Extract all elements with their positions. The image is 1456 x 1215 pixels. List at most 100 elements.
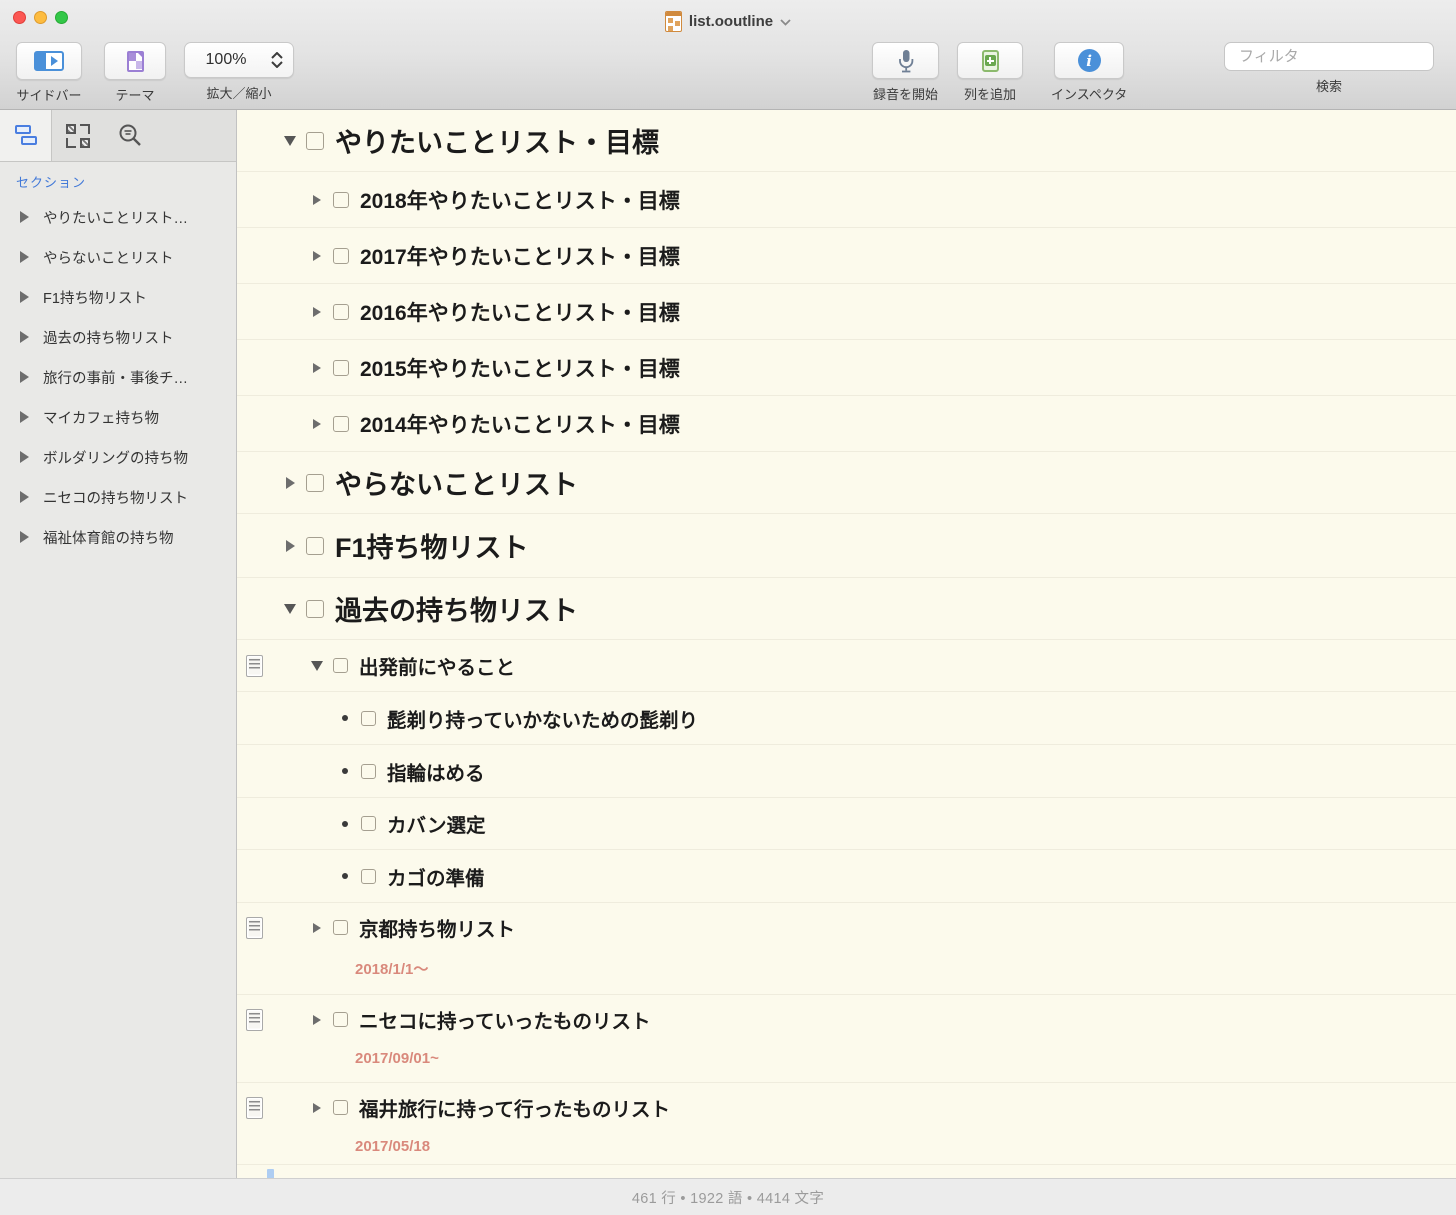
record-button[interactable] [872, 42, 939, 79]
disclosure-triangle-icon[interactable] [20, 331, 29, 343]
topic-text[interactable]: ニセコに持っていったものリスト [359, 1005, 651, 1034]
status-checkbox[interactable] [361, 816, 376, 831]
status-checkbox[interactable] [306, 537, 324, 555]
filter-input[interactable] [1239, 48, 1438, 65]
inspector-button[interactable]: i [1054, 42, 1124, 79]
status-checkbox[interactable] [306, 600, 324, 618]
topic-text[interactable]: 2015年やりたいことリスト・目標 [360, 353, 680, 383]
theme-button[interactable] [104, 42, 166, 80]
disclosure-triangle-icon[interactable] [309, 363, 325, 373]
topic-text[interactable]: 2017年やりたいことリスト・目標 [360, 241, 680, 271]
close-button[interactable] [13, 11, 26, 24]
status-checkbox[interactable] [333, 304, 349, 320]
outline-row[interactable]: ニセコに持っていったものリスト 2017/09/01~ [237, 995, 1456, 1083]
outline-row[interactable]: 指輪はめる [237, 745, 1456, 798]
note-text[interactable]: 2018/1/1～ [237, 958, 1456, 979]
topic-text[interactable]: 髭剃り持っていかないための髭剃り [387, 704, 698, 733]
note-icon[interactable] [246, 1097, 263, 1119]
disclosure-triangle-icon[interactable] [282, 604, 298, 614]
topic-text[interactable]: カゴの準備 [387, 862, 485, 891]
outline-row[interactable]: やりたいことリスト・目標 [237, 110, 1456, 172]
topic-text[interactable]: 2016年やりたいことリスト・目標 [360, 297, 680, 327]
tab-find[interactable] [104, 110, 156, 161]
disclosure-triangle-icon[interactable] [282, 136, 298, 146]
status-checkbox[interactable] [333, 1100, 348, 1115]
outline-row[interactable]: 出発前にやること [237, 640, 1456, 692]
disclosure-triangle-icon[interactable] [309, 419, 325, 429]
status-checkbox[interactable] [361, 711, 376, 726]
sidebar-item[interactable]: ボルダリングの持ち物 [0, 437, 236, 477]
status-checkbox[interactable] [361, 869, 376, 884]
disclosure-triangle-icon[interactable] [20, 451, 29, 463]
outline-row[interactable]: やらないことリスト [237, 452, 1456, 514]
add-column-button[interactable] [957, 42, 1023, 79]
topic-text[interactable]: やりたいことリスト・目標 [335, 121, 659, 160]
sidebar-toggle-button[interactable] [16, 42, 82, 80]
topic-text[interactable]: 福井旅行に持って行ったものリスト [359, 1093, 670, 1122]
disclosure-triangle-icon[interactable] [309, 251, 325, 261]
note-icon[interactable] [246, 655, 263, 677]
disclosure-triangle-icon[interactable] [20, 411, 29, 423]
outline-row[interactable]: 過去の持ち物リスト [237, 578, 1456, 640]
outline-row[interactable]: F1持ち物リスト [237, 514, 1456, 578]
disclosure-triangle-icon[interactable] [309, 661, 325, 671]
outline-row[interactable]: 髭剃り持っていかないための髭剃り [237, 692, 1456, 745]
topic-text[interactable]: やらないことリスト [335, 463, 578, 502]
outline-row[interactable]: カバン選定 [237, 798, 1456, 850]
status-checkbox[interactable] [333, 416, 349, 432]
zoom-stepper[interactable] [267, 52, 293, 68]
disclosure-triangle-icon[interactable] [282, 477, 298, 489]
outline-row[interactable]: 2017年やりたいことリスト・目標 [237, 228, 1456, 284]
disclosure-triangle-icon[interactable] [20, 531, 29, 543]
disclosure-triangle-icon[interactable] [309, 195, 325, 205]
topic-text[interactable]: 2018年やりたいことリスト・目標 [360, 185, 680, 215]
topic-text[interactable]: 出発前にやること [359, 651, 515, 680]
sidebar-item[interactable]: 旅行の事前・事後チ… [0, 357, 236, 397]
topic-text[interactable]: カバン選定 [387, 809, 485, 838]
note-text[interactable]: 2017/05/18 [237, 1138, 1456, 1155]
disclosure-triangle-icon[interactable] [309, 1103, 325, 1113]
outline-row[interactable]: 2015年やりたいことリスト・目標 [237, 340, 1456, 396]
search-field[interactable] [1224, 42, 1434, 71]
zoom-button[interactable] [55, 11, 68, 24]
outline-row[interactable]: 福井旅行に持って行ったものリスト 2017/05/18 [237, 1083, 1456, 1165]
status-checkbox[interactable] [333, 248, 349, 264]
outline-row[interactable]: 2016年やりたいことリスト・目標 [237, 284, 1456, 340]
status-checkbox[interactable] [361, 764, 376, 779]
disclosure-triangle-icon[interactable] [309, 923, 325, 933]
sidebar-item[interactable]: 福祉体育館の持ち物 [0, 517, 236, 557]
sidebar-item[interactable]: F1持ち物リスト [0, 277, 236, 317]
status-checkbox[interactable] [333, 360, 349, 376]
status-checkbox[interactable] [333, 1012, 348, 1027]
note-text[interactable]: 2017/09/01~ [237, 1050, 1456, 1067]
disclosure-triangle-icon[interactable] [20, 211, 29, 223]
disclosure-triangle-icon[interactable] [309, 1015, 325, 1025]
disclosure-triangle-icon[interactable] [20, 251, 29, 263]
topic-text[interactable]: 過去の持ち物リスト [335, 589, 578, 628]
disclosure-triangle-icon[interactable] [282, 540, 298, 552]
zoom-control[interactable]: 100% [184, 42, 294, 78]
status-checkbox[interactable] [333, 920, 348, 935]
topic-text[interactable]: 京都持ち物リスト [359, 913, 515, 942]
outline-row[interactable]: 2018年やりたいことリスト・目標 [237, 172, 1456, 228]
disclosure-triangle-icon[interactable] [20, 371, 29, 383]
disclosure-triangle-icon[interactable] [20, 291, 29, 303]
status-checkbox[interactable] [306, 474, 324, 492]
outline-row[interactable]: 京都持ち物リスト 2018/1/1～ [237, 903, 1456, 995]
sidebar-item[interactable]: やりたいことリスト… [0, 197, 236, 237]
tab-sections[interactable] [0, 110, 52, 161]
window-title-group[interactable]: list.ooutline [665, 5, 791, 32]
note-icon[interactable] [246, 1009, 263, 1031]
outline-row[interactable]: カゴの準備 [237, 850, 1456, 903]
note-icon[interactable] [246, 917, 263, 939]
outline-row[interactable]: 2014年やりたいことリスト・目標 [237, 396, 1456, 452]
topic-text[interactable]: F1持ち物リスト [335, 526, 529, 565]
minimize-button[interactable] [34, 11, 47, 24]
status-checkbox[interactable] [333, 658, 348, 673]
topic-text[interactable]: 2014年やりたいことリスト・目標 [360, 409, 680, 439]
topic-text[interactable]: 指輪はめる [387, 757, 485, 786]
sidebar-item[interactable]: ニセコの持ち物リスト [0, 477, 236, 517]
status-checkbox[interactable] [333, 192, 349, 208]
sidebar-item[interactable]: マイカフェ持ち物 [0, 397, 236, 437]
outline-row[interactable]: 京都の持ち物リスト [237, 1165, 1456, 1178]
